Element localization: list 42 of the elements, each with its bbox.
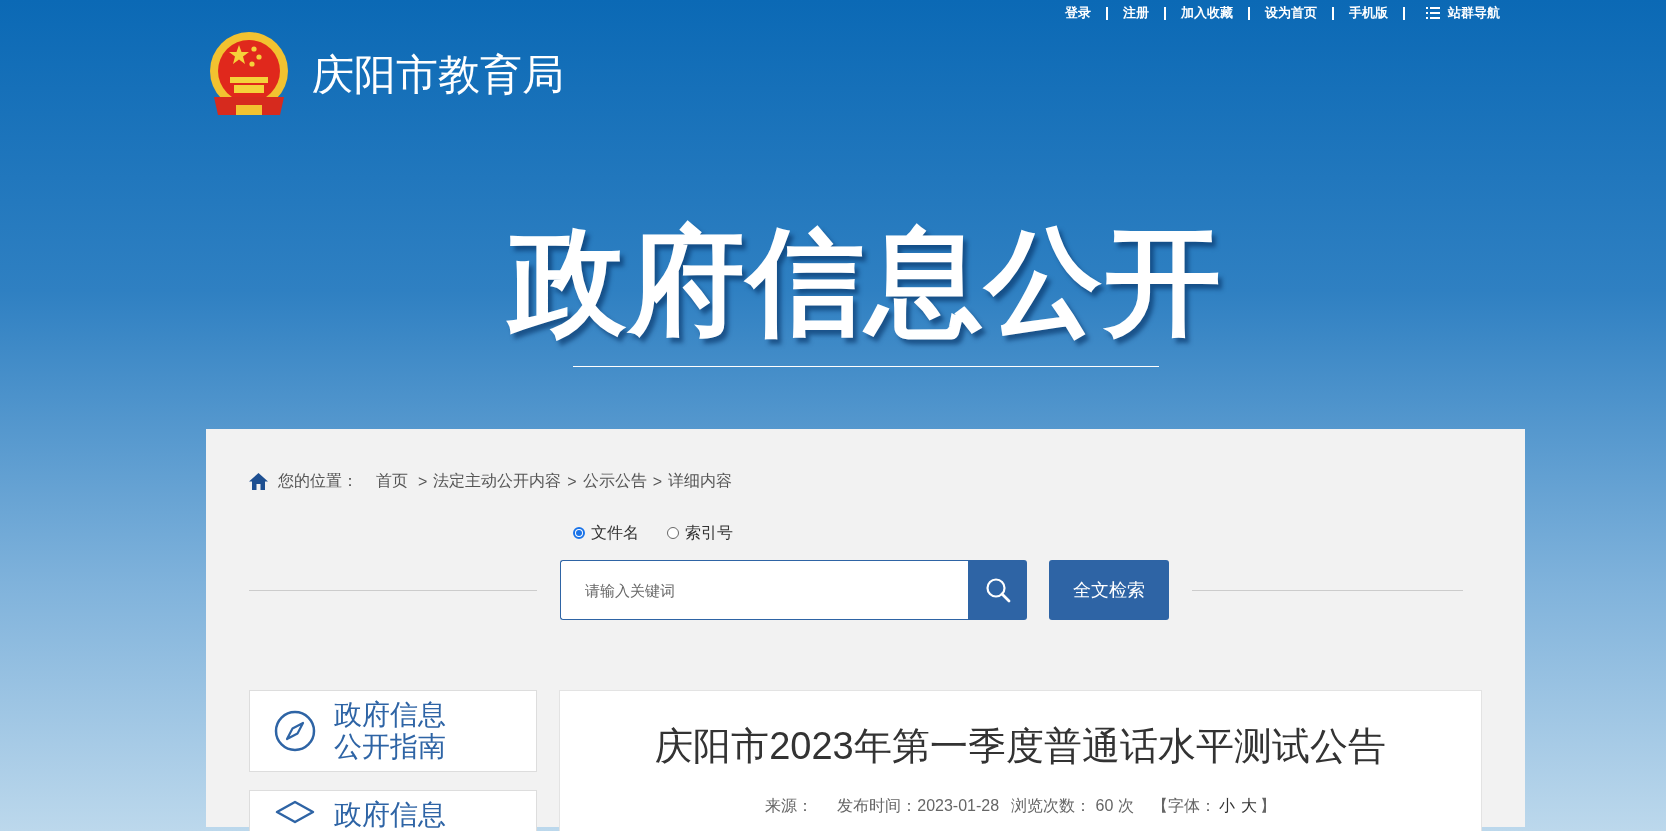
search-option[interactable]: 索引号 bbox=[667, 522, 733, 544]
article-title: 庆阳市2023年第一季度普通话水平测试公告 bbox=[655, 724, 1386, 769]
nav-label: 站群导航 bbox=[1448, 4, 1500, 22]
breadcrumb-link[interactable]: 详细内容 bbox=[668, 471, 733, 492]
view-count: 浏览次数： 60 次 bbox=[1011, 796, 1134, 816]
top-link[interactable]: 加入收藏 bbox=[1181, 4, 1233, 22]
breadcrumb-separator: > bbox=[418, 472, 428, 491]
search-field[interactable]: 请输入关键词 bbox=[560, 560, 968, 620]
card-label: 政府信息 bbox=[334, 799, 446, 831]
breadcrumb-link[interactable]: 公示公告 bbox=[582, 471, 647, 492]
site-nav-link[interactable]: 站群导航 bbox=[1426, 4, 1500, 22]
source-label: 来源： bbox=[765, 796, 814, 816]
font-size-link[interactable]: 小 bbox=[1218, 796, 1235, 817]
publish-date: 发布时间：2023-01-28 bbox=[837, 796, 1000, 816]
breadcrumb-link[interactable]: 首页 bbox=[376, 471, 408, 492]
search-icon bbox=[984, 577, 1011, 603]
top-link[interactable]: 注册 bbox=[1123, 4, 1149, 22]
option-label: 索引号 bbox=[685, 522, 733, 543]
banner-title: 政府信息公开 bbox=[508, 215, 1223, 349]
radio-button[interactable] bbox=[573, 527, 585, 539]
sidebar-card[interactable]: 政府信息 公开指南 bbox=[249, 690, 537, 772]
search-button[interactable] bbox=[968, 560, 1027, 620]
compass-icon bbox=[274, 710, 316, 752]
top-link[interactable]: 登录 bbox=[1065, 4, 1091, 22]
bracket-text: 】 bbox=[1259, 796, 1276, 816]
font-size-label: 【字体： bbox=[1151, 796, 1216, 816]
breadcrumb-separator: > bbox=[652, 472, 663, 491]
option-label: 文件名 bbox=[591, 522, 639, 543]
list-icon bbox=[1426, 7, 1440, 19]
site-title: 庆阳市教育局 bbox=[312, 50, 564, 100]
breadcrumb-link[interactable]: 法定主动公开内容 bbox=[433, 471, 562, 492]
font-size-link[interactable]: 大 bbox=[1240, 796, 1257, 817]
card-label: 政府信息 公开指南 bbox=[334, 699, 446, 763]
breadcrumb-separator: > bbox=[567, 472, 577, 491]
search-option[interactable]: 文件名 bbox=[573, 522, 639, 544]
sidebar-card[interactable]: 政府信息 bbox=[249, 790, 537, 831]
top-link[interactable]: 手机版 bbox=[1349, 4, 1388, 22]
fulltext-search-button[interactable]: 全文检索 bbox=[1049, 560, 1169, 620]
breadcrumb-label: 您的位置： bbox=[278, 471, 358, 491]
home-icon bbox=[249, 473, 268, 490]
top-link[interactable]: 设为首页 bbox=[1265, 4, 1317, 22]
radio-button[interactable] bbox=[667, 527, 679, 539]
